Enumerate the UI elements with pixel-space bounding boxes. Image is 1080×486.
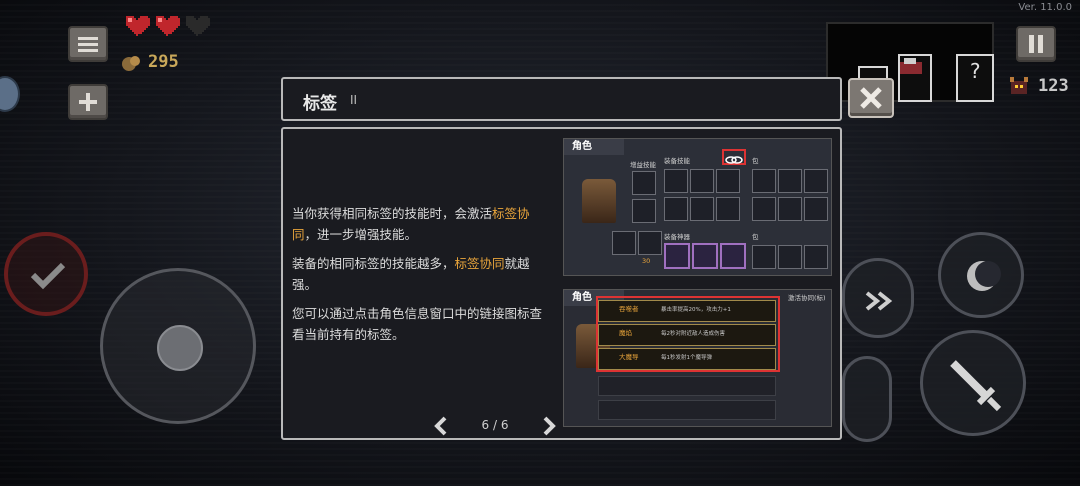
tag-desc: 每2秒对附近敌人造成伤害 bbox=[661, 331, 726, 337]
enemy-counter: 123 bbox=[1008, 76, 1069, 96]
link-icon bbox=[725, 156, 743, 164]
pager: 6 / 6 bbox=[283, 415, 840, 438]
preview-tag-list: 角色 激活协同(标) 吞噬者 暴击率提高20%，攻击力+1 魔焰 每2秒对附近敌… bbox=[563, 289, 832, 427]
equip-skills-label: 装备技能 bbox=[664, 157, 690, 165]
paragraph-text: 装备的相同标签的技能越多， bbox=[292, 256, 455, 271]
pause-button[interactable] bbox=[1016, 26, 1056, 62]
character-sprite bbox=[582, 179, 616, 223]
tutorial-paragraph: 当你获得相同标签的技能时，会激活标签协同，进一步增强技能。 bbox=[292, 203, 554, 245]
sword-icon bbox=[950, 360, 1002, 412]
special-skill-button[interactable] bbox=[938, 232, 1024, 318]
tag-name: 魔焰 bbox=[619, 329, 632, 337]
virtual-joystick[interactable] bbox=[100, 268, 256, 424]
skill-slot bbox=[632, 199, 656, 223]
skill-slot bbox=[716, 169, 740, 193]
tag-name: 吞噬者 bbox=[619, 305, 639, 313]
tag-row-inactive bbox=[598, 376, 776, 396]
bag-label: 包 bbox=[752, 157, 759, 165]
bag-slot bbox=[778, 197, 802, 221]
tag-name: 大魔导 bbox=[619, 353, 639, 361]
bag-slot bbox=[752, 197, 776, 221]
coin-value: 295 bbox=[148, 52, 179, 72]
confirm-skill-button[interactable] bbox=[4, 232, 88, 316]
synergy-title: 激活协同(标) bbox=[788, 294, 826, 302]
bag-slot bbox=[752, 245, 776, 269]
artifact-slot bbox=[692, 243, 718, 269]
pause-icon bbox=[1029, 35, 1043, 53]
paragraph-text: 您可以通过点击角色信息窗口中的链接图标查看当前持有的标签。 bbox=[292, 306, 543, 342]
bag-slot bbox=[778, 169, 802, 193]
artifact-slot bbox=[664, 243, 690, 269]
dialog-title-bar: 标签 II bbox=[281, 77, 842, 121]
paragraph-text: ，进一步增强技能。 bbox=[304, 227, 418, 242]
close-icon bbox=[860, 87, 882, 109]
menu-icon bbox=[78, 37, 98, 52]
close-button[interactable] bbox=[848, 78, 894, 118]
skill-slot bbox=[664, 197, 688, 221]
owned-skills-label: 增益技能 bbox=[630, 161, 656, 169]
version-label: Ver. 11.0.0 bbox=[1018, 2, 1072, 13]
item-count: 30 bbox=[642, 257, 651, 265]
preview-header: 角色 bbox=[564, 139, 624, 155]
bag-slot bbox=[778, 245, 802, 269]
demon-icon bbox=[1010, 77, 1028, 94]
tag-desc: 暴击率提高20%，攻击力+1 bbox=[661, 307, 731, 313]
svg-text:?: ? bbox=[969, 59, 981, 83]
skill-slot bbox=[690, 169, 714, 193]
add-button[interactable] bbox=[68, 84, 108, 120]
bag-slot bbox=[804, 169, 828, 193]
next-page-arrow-icon[interactable] bbox=[539, 415, 559, 437]
equip-artifact-label: 装备神器 bbox=[664, 233, 690, 241]
bag-slot bbox=[804, 197, 828, 221]
previous-page-arrow-icon[interactable] bbox=[431, 415, 451, 437]
coin-bag-icon bbox=[122, 56, 140, 71]
paragraph-text: 当你获得相同标签的技能时，会激活 bbox=[292, 206, 493, 221]
menu-button[interactable] bbox=[68, 26, 108, 62]
plus-icon bbox=[79, 93, 97, 111]
bag-slot bbox=[752, 169, 776, 193]
artifact-slot bbox=[720, 243, 746, 269]
tutorial-paragraph: 您可以通过点击角色信息窗口中的链接图标查看当前持有的标签。 bbox=[292, 303, 554, 345]
heart-full-icon bbox=[156, 16, 180, 36]
merchant-room-icon bbox=[900, 58, 922, 74]
health-hearts bbox=[124, 16, 210, 38]
bag-slot bbox=[804, 245, 828, 269]
bag-label: 包 bbox=[752, 233, 759, 241]
weapon-slot bbox=[612, 231, 636, 255]
link-icon-highlight bbox=[722, 149, 746, 165]
coin-counter: 295 bbox=[120, 52, 179, 72]
dash-arrow-icon bbox=[865, 291, 893, 311]
unknown-room-icon: ? bbox=[969, 59, 981, 83]
skill-slot bbox=[716, 197, 740, 221]
dialog-title: 标签 bbox=[303, 94, 337, 114]
highlight-keyword: 标签协同 bbox=[454, 256, 505, 271]
tutorial-paragraph: 装备的相同标签的技能越多，标签协同就越强。 bbox=[292, 253, 554, 295]
heart-empty-icon bbox=[186, 16, 210, 36]
potion-slot bbox=[638, 231, 662, 255]
crescent-icon bbox=[967, 261, 1001, 291]
skill-slot bbox=[632, 171, 656, 195]
joystick-knob[interactable] bbox=[157, 325, 203, 371]
dialog-body: 当你获得相同标签的技能时，会激活标签协同，进一步增强技能。 装备的相同标签的技能… bbox=[281, 127, 842, 440]
dialog-title-numeral: II bbox=[350, 93, 358, 107]
tag-row: 大魔导 每1秒发射1个魔导弹 bbox=[598, 348, 776, 370]
preview-character-screen: 角色 增益技能 装备技能 包 装备神器 包 30 bbox=[563, 138, 832, 276]
dash-button[interactable] bbox=[842, 258, 914, 338]
heart-full-icon bbox=[126, 16, 150, 36]
tag-desc: 每1秒发射1个魔导弹 bbox=[661, 355, 712, 361]
secondary-skill-button[interactable] bbox=[842, 356, 892, 442]
enemy-count-value: 123 bbox=[1038, 76, 1069, 96]
checkmark-icon bbox=[30, 262, 66, 290]
tag-row: 吞噬者 暴击率提高20%，攻击力+1 bbox=[598, 300, 776, 322]
skill-slot bbox=[664, 169, 688, 193]
attack-button[interactable] bbox=[920, 330, 1026, 436]
tutorial-description: 当你获得相同标签的技能时，会激活标签协同，进一步增强技能。 装备的相同标签的技能… bbox=[292, 203, 554, 353]
page-indicator: 6 / 6 bbox=[481, 418, 509, 432]
skill-slot bbox=[690, 197, 714, 221]
tag-row: 魔焰 每2秒对附近敌人造成伤害 bbox=[598, 324, 776, 346]
